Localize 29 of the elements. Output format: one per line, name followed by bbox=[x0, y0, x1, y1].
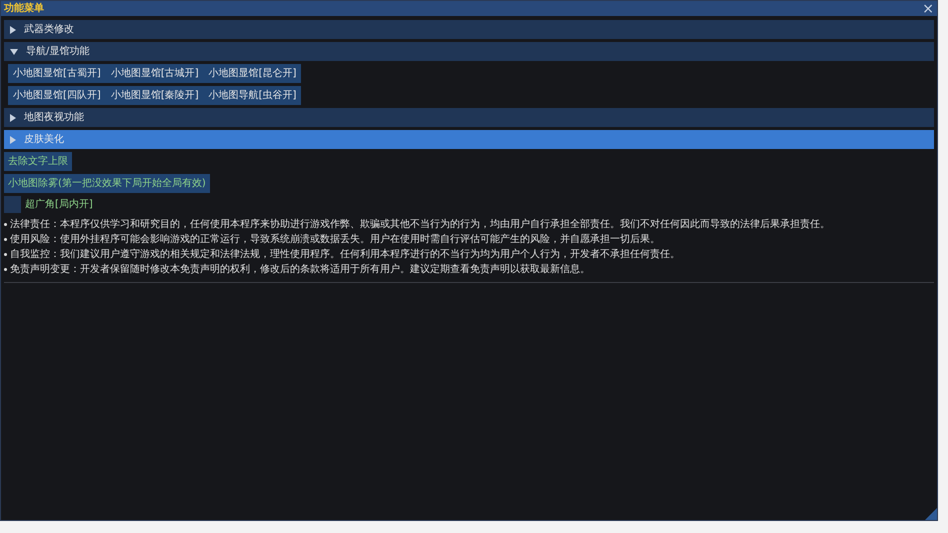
collapsed-arrow-icon bbox=[10, 26, 16, 34]
bullet-icon bbox=[4, 238, 7, 241]
section-header[interactable]: 武器类修改 bbox=[4, 20, 934, 39]
map-button[interactable]: 小地图显馆[昆仑开] bbox=[204, 64, 302, 83]
disclaimer-text: 法律责任：本程序仅供学习和研究目的，任何使用本程序来协助进行游戏作弊、欺骗或其他不当行为的行为，均由用户自行承担全部责任。我们不对任何因此而导致的法律后果承担责任。 bbox=[10, 218, 830, 231]
collapsed-arrow-icon bbox=[10, 136, 16, 144]
window-title: 功能菜单 bbox=[4, 4, 44, 14]
disclaimer-text: 免责声明变更：开发者保留随时修改本免责声明的权利，修改后的条款将适用于所有用户。建议定期查看免责声明以获取最新信息。 bbox=[10, 263, 590, 276]
bullet-icon bbox=[4, 223, 7, 226]
map-button[interactable]: 小地图显馆[秦陵开] bbox=[106, 86, 204, 105]
map-button[interactable]: 小地图显馆[四队开] bbox=[8, 86, 106, 105]
map-button[interactable]: 小地图导航[虫谷开] bbox=[204, 86, 302, 105]
collapsed-arrow-icon bbox=[10, 114, 16, 122]
action-button[interactable]: 小地图除雾(第一把没效果下局开始全局有效) bbox=[4, 174, 210, 193]
close-button[interactable]: × bbox=[922, 2, 934, 16]
expanded-arrow-icon bbox=[10, 48, 18, 54]
section-header[interactable]: 地图夜视功能 bbox=[4, 108, 934, 127]
section-header[interactable]: 导航/显馆功能 bbox=[4, 42, 934, 61]
checkbox-label: 超广角[局内开] bbox=[25, 198, 93, 212]
checkbox[interactable] bbox=[4, 196, 21, 213]
action-button[interactable]: 去除文字上限 bbox=[4, 152, 72, 171]
disclaimer-text: 使用风险：使用外挂程序可能会影响游戏的正常运行，导致系统崩溃或数据丢失。用户在使用时需自行评估可能产生的风险，并自愿承担一切后果。 bbox=[10, 233, 660, 246]
map-button[interactable]: 小地图显馆[古城开] bbox=[106, 64, 204, 83]
resize-grip-icon[interactable] bbox=[925, 508, 937, 520]
bullet-icon bbox=[4, 268, 7, 271]
disclaimer-text: 自我监控：我们建议用户遵守游戏的相关规定和法律法规，理性使用程序。任何利用本程序进行的不当行为均为用户个人行为，开发者不承担任何责任。 bbox=[10, 248, 680, 261]
bullet-icon bbox=[4, 253, 7, 256]
section-header[interactable]: 皮肤美化 bbox=[4, 130, 934, 149]
map-button[interactable]: 小地图显馆[古蜀开] bbox=[8, 64, 106, 83]
